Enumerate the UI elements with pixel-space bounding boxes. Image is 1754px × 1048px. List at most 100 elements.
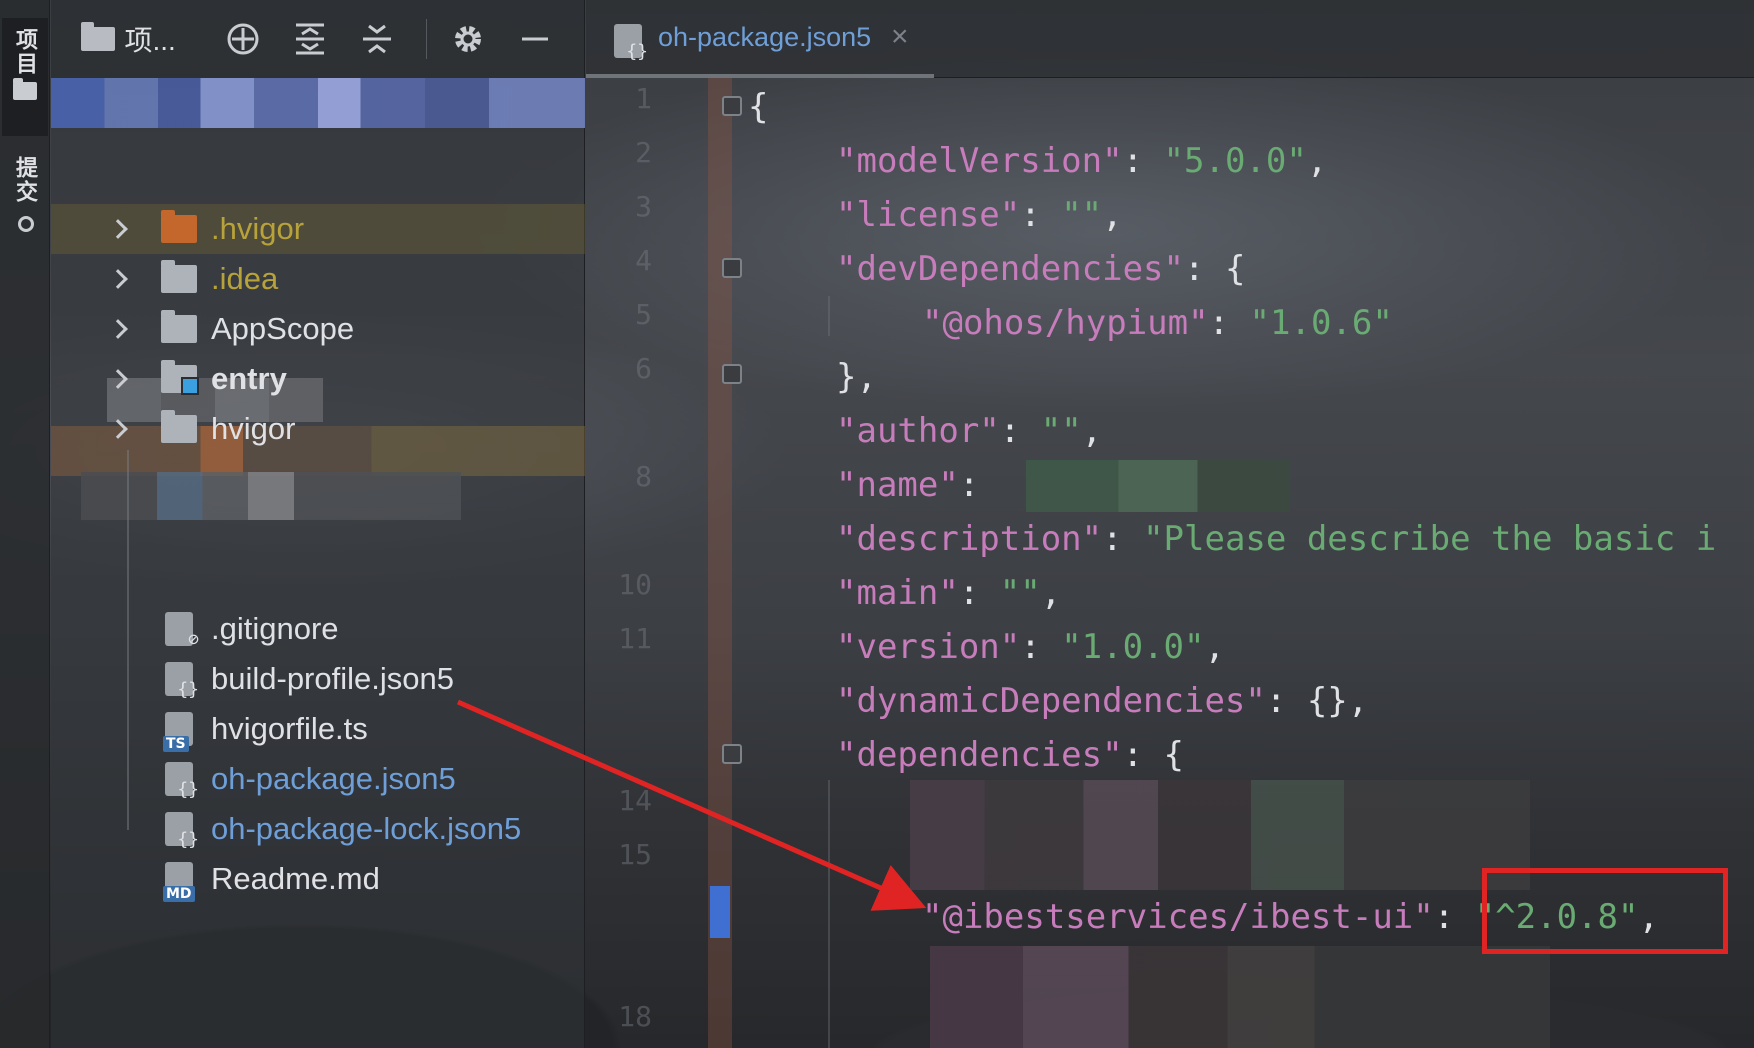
commit-icon (12, 210, 38, 236)
json-value: "Please describe the basic i (1143, 519, 1717, 559)
line-number: 4 (635, 244, 652, 277)
tab-oh-package-json5[interactable]: {} oh-package.json5 × (586, 0, 934, 78)
code-token: : { (1184, 249, 1246, 289)
tree-item-hvigorfile[interactable]: TS hvigorfile.ts (51, 704, 585, 754)
tree-item-label: hvigorfile.ts (211, 711, 368, 746)
tree-item-label: Readme.md (211, 861, 380, 896)
markdown-file-icon: MD (163, 862, 195, 902)
tree-item-label: hvigor (211, 411, 296, 446)
change-marker[interactable] (710, 886, 730, 938)
fold-icon[interactable] (722, 258, 742, 278)
fold-icon[interactable] (722, 96, 742, 116)
chevron-right-icon[interactable] (108, 269, 128, 289)
line-number: 8 (635, 460, 652, 493)
tree-item-label: .hvigor (211, 211, 305, 246)
json-value: "1.0.6" (1249, 303, 1393, 343)
json-key: "modelVersion" (836, 141, 1123, 181)
folder-icon (81, 22, 115, 51)
redacted-row (51, 78, 585, 128)
folder-icon (161, 410, 197, 443)
json-key: "author" (836, 411, 1000, 451)
collapse-all-icon[interactable] (359, 20, 396, 58)
tree-item-label: oh-package-lock.json5 (211, 811, 522, 846)
line-number: 1 (635, 82, 652, 115)
header-separator (426, 19, 428, 59)
line-number: 6 (635, 352, 652, 385)
project-tool-button[interactable]: 项目 (2, 18, 48, 136)
tree-item-hvigor-dot[interactable]: .hvigor (51, 204, 585, 254)
folder-icon (161, 310, 197, 343)
json-key: "main" (836, 573, 959, 613)
json-key: "name" (836, 465, 959, 505)
line-number: 10 (618, 568, 652, 601)
minimize-icon[interactable] (517, 20, 554, 58)
redacted-row (81, 472, 461, 520)
tree-item-build-profile[interactable]: {} build-profile.json5 (51, 654, 585, 704)
json-value: "" (1040, 411, 1082, 451)
folder-icon (161, 260, 197, 293)
json-key: "@ohos/hypium" (922, 303, 1209, 343)
code-token: }, (836, 357, 877, 397)
tree-item-label: build-profile.json5 (211, 661, 454, 696)
json-file-icon: {} (165, 812, 199, 850)
project-tool-label: 项目 (13, 28, 38, 76)
annotation-highlight-box (1482, 868, 1728, 954)
line-number: 2 (635, 136, 652, 169)
tree-item-label: entry (211, 361, 287, 396)
json-key: "dynamicDependencies" (836, 681, 1266, 721)
project-panel-header: 项... (51, 0, 584, 78)
tree-item-hvigor[interactable]: hvigor (51, 404, 585, 454)
line-number: 18 (618, 1000, 652, 1033)
folder-icon (161, 210, 197, 243)
folder-icon (13, 78, 37, 100)
tree-item-oh-package-lock[interactable]: {} oh-package-lock.json5 (51, 804, 585, 854)
tree-item-label: oh-package.json5 (211, 761, 456, 796)
json-value: "" (999, 573, 1041, 613)
tree-item-readme[interactable]: MD Readme.md (51, 854, 585, 904)
chevron-right-icon[interactable] (108, 319, 128, 339)
tree-item-label: .idea (211, 261, 279, 296)
tree-item-label: AppScope (211, 311, 355, 346)
json-value: "5.0.0" (1163, 141, 1307, 181)
commit-tool-button[interactable]: 提交 (2, 150, 48, 250)
fold-icon[interactable] (722, 364, 742, 384)
line-number: 14 (618, 784, 652, 817)
json-value: "" (1061, 195, 1103, 235)
chevron-right-icon[interactable] (108, 419, 128, 439)
code-token: { (748, 87, 769, 127)
json-key: "devDependencies" (836, 249, 1184, 289)
expand-all-icon[interactable] (291, 20, 328, 58)
close-icon[interactable]: × (891, 20, 909, 54)
tree-item-label: .gitignore (211, 611, 339, 646)
json-value: "1.0.0" (1061, 627, 1205, 667)
tree-item-entry[interactable]: entry (51, 354, 585, 404)
code-token: : { (1122, 735, 1184, 775)
json-key: "@ibestservices/ibest-ui" (922, 897, 1434, 937)
json-key: "license" (836, 195, 1021, 235)
project-panel-title[interactable]: 项... (125, 19, 176, 59)
chevron-right-icon[interactable] (108, 219, 128, 239)
tree-item-appscope[interactable]: AppScope (51, 304, 585, 354)
tree-item-gitignore[interactable]: ⊘ .gitignore (51, 604, 585, 654)
target-icon[interactable] (224, 20, 261, 58)
json-key: "version" (836, 627, 1021, 667)
tree-item-oh-package[interactable]: {} oh-package.json5 (51, 754, 585, 804)
project-panel: 项... .hvigor .idea AppScope entry hvigor… (51, 0, 585, 1048)
tree-item-idea[interactable]: .idea (51, 254, 585, 304)
line-number: 11 (618, 622, 652, 655)
json-file-icon: {} (165, 662, 199, 700)
gitignore-file-icon: ⊘ (165, 612, 199, 650)
line-number: 5 (635, 298, 652, 331)
chevron-right-icon[interactable] (108, 369, 128, 389)
editor-tabs: {} oh-package.json5 × (586, 0, 1754, 78)
line-number: 15 (618, 838, 652, 871)
gear-icon[interactable] (449, 20, 486, 58)
typescript-file-icon: TS (163, 712, 193, 752)
commit-tool-label: 提交 (13, 156, 38, 204)
json-file-icon: {} (165, 762, 199, 800)
fold-icon[interactable] (722, 744, 742, 764)
tool-window-strip: 项目 提交 (0, 0, 50, 1048)
tab-label: oh-package.json5 (658, 21, 872, 52)
code-token: : {}, (1265, 681, 1369, 721)
line-number: 3 (635, 190, 652, 223)
